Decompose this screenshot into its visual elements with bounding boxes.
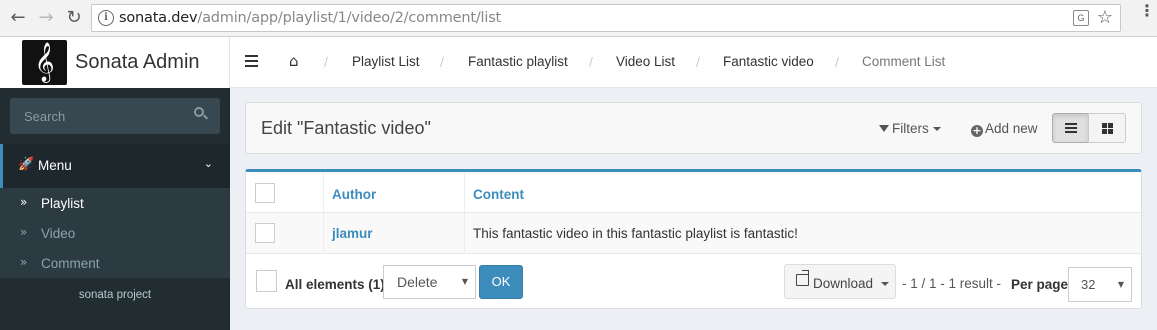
breadcrumb-separator: / <box>835 54 839 70</box>
forward-icon[interactable]: → <box>35 7 57 29</box>
sidebar: Search 🚀 Menu ⌄ » Playlist » Video » Com… <box>0 88 230 330</box>
column-divider <box>323 213 324 254</box>
menu-header[interactable]: 🚀 Menu ⌄ <box>0 144 230 188</box>
search-input[interactable]: Search <box>24 109 65 124</box>
sidebar-item-playlist[interactable]: » Playlist <box>0 188 230 218</box>
breadcrumb-separator: / <box>324 54 328 70</box>
list-view-button[interactable] <box>1052 113 1089 143</box>
breadcrumb-separator: / <box>589 54 593 70</box>
menu-label: Menu <box>38 158 72 173</box>
url-path: /admin/app/playlist/1/video/2/comment/li… <box>197 10 502 26</box>
double-chevron-right-icon: » <box>20 225 28 239</box>
add-new-label: Add new <box>985 121 1038 136</box>
double-chevron-right-icon: » <box>20 195 28 209</box>
reload-icon[interactable]: ↻ <box>63 7 85 29</box>
caret-down-icon <box>932 127 941 131</box>
download-label: Download <box>813 276 874 291</box>
grid-icon <box>1102 123 1113 134</box>
per-page-value: 32 <box>1081 277 1096 292</box>
sidebar-item-video[interactable]: » Video <box>0 218 230 248</box>
top-navbar: ⌂ / Playlist List / Fantastic playlist /… <box>230 37 1157 88</box>
breadcrumb-comment-list: Comment List <box>862 54 946 69</box>
url-host: sonata.dev <box>119 10 198 26</box>
back-icon[interactable]: ← <box>7 7 29 29</box>
row-checkbox[interactable] <box>255 223 275 243</box>
page-title-box: Edit "Fantastic video" Filters + Add new <box>245 102 1142 154</box>
breadcrumb-fantastic-playlist[interactable]: Fantastic playlist <box>468 54 568 69</box>
add-new-button[interactable]: + Add new <box>971 121 1038 137</box>
rocket-icon: 🚀 <box>18 157 35 172</box>
breadcrumb-separator: / <box>696 54 700 70</box>
home-icon[interactable]: ⌂ <box>289 52 299 70</box>
select-all-checkbox[interactable] <box>255 183 275 203</box>
table-row: jlamur This fantastic video in this fant… <box>246 213 1141 254</box>
translate-icon[interactable]: G <box>1073 10 1089 26</box>
filters-label: Filters <box>892 121 929 136</box>
column-header-author[interactable]: Author <box>332 187 376 202</box>
double-chevron-right-icon: » <box>20 255 28 269</box>
table-header: Author Content <box>246 172 1141 254</box>
breadcrumb-video-list[interactable]: Video List <box>616 54 675 69</box>
comment-content: This fantastic video in this fantastic p… <box>473 226 798 241</box>
browser-toolbar: ← → ↻ i sonata.dev/admin/app/playlist/1/… <box>0 0 1157 37</box>
filters-button[interactable]: Filters <box>879 121 941 136</box>
table-footer: All elements (1) Delete ▼ OK Download - … <box>246 254 1141 309</box>
chevron-down-icon: ⌄ <box>203 157 213 170</box>
submenu: » Playlist » Video » Comment <box>0 188 230 278</box>
select-arrow-icon: ▼ <box>461 277 468 286</box>
batch-action-value: Delete <box>397 274 438 290</box>
select-arrow-icon: ▼ <box>1117 280 1124 289</box>
info-icon[interactable]: i <box>98 10 114 26</box>
sidebar-toggle-icon[interactable] <box>245 55 258 67</box>
url-text[interactable]: sonata.dev/admin/app/playlist/1/video/2/… <box>119 10 501 26</box>
list-table-box: Author Content jlamur This fantastic vid… <box>245 169 1142 309</box>
caret-down-icon <box>881 282 889 286</box>
sidebar-item-label: Comment <box>41 256 100 271</box>
bookmark-star-icon[interactable]: ☆ <box>1097 7 1113 28</box>
author-link[interactable]: jlamur <box>332 226 373 241</box>
list-icon <box>1065 123 1077 133</box>
logo-area[interactable]: 𝄞 Sonata Admin <box>0 37 230 88</box>
per-page-select[interactable]: 32 ▼ <box>1068 267 1132 302</box>
address-bar[interactable]: i sonata.dev/admin/app/playlist/1/video/… <box>91 4 1121 32</box>
export-icon <box>796 270 809 286</box>
browser-menu-icon[interactable]: ⋮ <box>1139 3 1155 19</box>
breadcrumb-playlist-list[interactable]: Playlist List <box>352 54 420 69</box>
per-page-label: Per page <box>1011 277 1069 292</box>
column-divider <box>464 213 465 254</box>
plus-circle-icon: + <box>971 124 983 137</box>
page-title: Edit "Fantastic video" <box>261 118 431 138</box>
column-header-content[interactable]: Content <box>473 187 524 202</box>
pager-info: - 1 / 1 - 1 result - <box>902 276 1002 291</box>
breadcrumb-fantastic-video[interactable]: Fantastic video <box>723 54 814 69</box>
download-button[interactable]: Download <box>784 264 896 299</box>
treble-clef-logo-icon: 𝄞 <box>22 40 67 85</box>
sidebar-footer: sonata project <box>78 289 152 301</box>
sidebar-item-comment[interactable]: » Comment <box>0 248 230 278</box>
sidebar-item-label: Video <box>41 226 76 241</box>
ok-button[interactable]: OK <box>479 265 523 299</box>
filter-icon <box>879 125 889 132</box>
mosaic-view-button[interactable] <box>1088 113 1126 143</box>
app-name[interactable]: Sonata Admin <box>75 51 200 74</box>
sidebar-search[interactable]: Search <box>10 98 220 134</box>
all-elements-checkbox[interactable] <box>256 270 277 292</box>
breadcrumb-separator: / <box>440 54 444 70</box>
search-icon[interactable] <box>194 107 208 120</box>
all-elements-label: All elements (1) <box>285 277 385 292</box>
batch-action-select[interactable]: Delete ▼ <box>383 265 476 299</box>
sidebar-item-label: Playlist <box>41 196 84 211</box>
